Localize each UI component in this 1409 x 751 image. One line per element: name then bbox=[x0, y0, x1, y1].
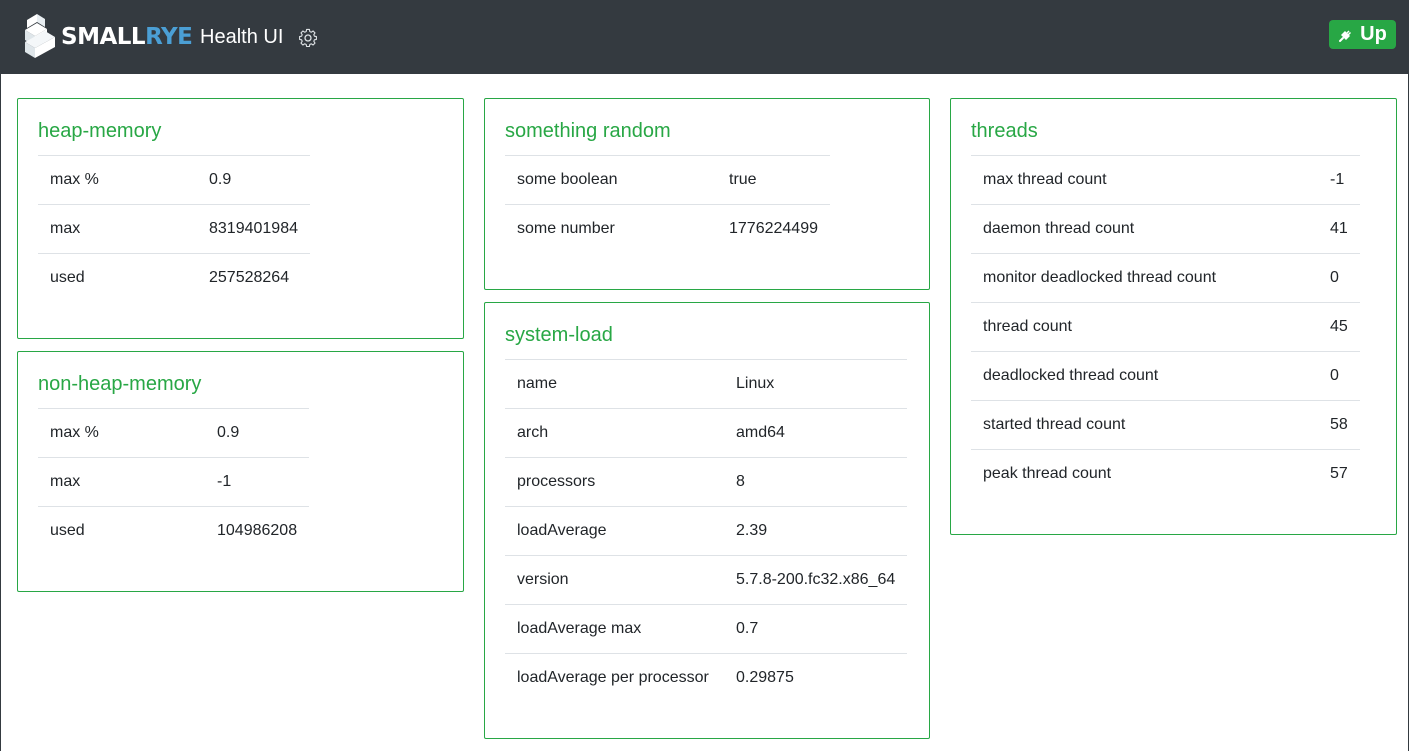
row-key: loadAverage per processor bbox=[505, 653, 724, 702]
row-value: -1 bbox=[205, 457, 310, 507]
status-label: Up bbox=[1360, 23, 1387, 45]
row-value: 1776224499 bbox=[717, 204, 830, 253]
row-value: 0 bbox=[1318, 253, 1360, 303]
row-key: max thread count bbox=[971, 155, 1318, 205]
table-row: deadlocked thread count 0 bbox=[971, 351, 1360, 401]
health-card-threads: threads max thread count -1 daemon thread… bbox=[950, 98, 1397, 535]
health-table: max thread count -1 daemon thread count 41… bbox=[971, 155, 1360, 498]
row-value: 41 bbox=[1318, 204, 1360, 254]
row-key: some boolean bbox=[505, 155, 717, 205]
brand-text-rye: RYE bbox=[145, 24, 193, 50]
health-card-system-load: system-load name Linux arch amd64 processo… bbox=[484, 302, 930, 739]
health-table: max % 0.9 max 8319401984 used 257528264 bbox=[38, 155, 310, 302]
row-key: daemon thread count bbox=[971, 204, 1318, 254]
table-row: started thread count 58 bbox=[971, 400, 1360, 450]
row-key: max bbox=[38, 457, 205, 507]
row-value: 57 bbox=[1318, 449, 1360, 498]
row-key: loadAverage max bbox=[505, 604, 724, 654]
row-key: version bbox=[505, 555, 724, 605]
table-row: max thread count -1 bbox=[971, 155, 1360, 205]
table-row: max % 0.9 bbox=[38, 155, 310, 205]
card-title: threads bbox=[971, 120, 1038, 142]
brand-text-small: SMALL bbox=[61, 24, 146, 50]
health-table: name Linux arch amd64 processors 8 loadAver… bbox=[505, 359, 908, 702]
row-key: deadlocked thread count bbox=[971, 351, 1318, 401]
row-key: processors bbox=[505, 457, 724, 507]
row-key: loadAverage bbox=[505, 506, 724, 556]
app-frame: SMALLRYE Health UI Up heap-memory max % 0… bbox=[0, 0, 1409, 751]
row-value: 8319401984 bbox=[197, 204, 310, 254]
row-key: started thread count bbox=[971, 400, 1318, 450]
table-row: some boolean true bbox=[505, 155, 830, 205]
card-title: something random bbox=[505, 120, 671, 142]
app-title: Health UI bbox=[200, 26, 284, 48]
health-table: max % 0.9 max -1 used 104986208 bbox=[38, 408, 310, 555]
table-row: max -1 bbox=[38, 457, 310, 507]
table-row: some number 1776224499 bbox=[505, 204, 830, 253]
row-value: 257528264 bbox=[197, 253, 310, 302]
row-value: 8 bbox=[724, 457, 908, 507]
table-row: used 257528264 bbox=[38, 253, 310, 302]
health-card-heap-memory: heap-memory max % 0.9 max 8319401984 used 2… bbox=[17, 98, 464, 339]
health-table: some boolean true some number 1776224499 bbox=[505, 155, 830, 253]
row-key: max % bbox=[38, 155, 197, 205]
row-value: 104986208 bbox=[205, 506, 310, 555]
table-row: max % 0.9 bbox=[38, 408, 310, 458]
table-row: max 8319401984 bbox=[38, 204, 310, 254]
row-key: max bbox=[38, 204, 197, 254]
brand-wordmark: SMALLRYE bbox=[61, 14, 193, 60]
table-row: loadAverage max 0.7 bbox=[505, 604, 908, 654]
row-value: 2.39 bbox=[724, 506, 908, 556]
row-value: -1 bbox=[1318, 155, 1360, 205]
row-value: amd64 bbox=[724, 408, 908, 458]
row-key: peak thread count bbox=[971, 449, 1318, 498]
table-row: daemon thread count 41 bbox=[971, 204, 1360, 254]
table-row: processors 8 bbox=[505, 457, 908, 507]
row-value: 0.7 bbox=[724, 604, 908, 654]
row-key: arch bbox=[505, 408, 724, 458]
brand[interactable]: SMALLRYE bbox=[23, 14, 193, 60]
row-key: max % bbox=[38, 408, 205, 458]
card-title: non-heap-memory bbox=[38, 373, 202, 395]
row-value: 58 bbox=[1318, 400, 1360, 450]
row-key: monitor deadlocked thread count bbox=[971, 253, 1318, 303]
table-row: arch amd64 bbox=[505, 408, 908, 458]
row-value: 0.9 bbox=[205, 408, 310, 458]
table-row: version 5.7.8-200.fc32.x86_64 bbox=[505, 555, 908, 605]
smallrye-logo-icon bbox=[25, 14, 55, 58]
row-value: 0 bbox=[1318, 351, 1360, 401]
row-value: Linux bbox=[724, 359, 908, 409]
table-row: used 104986208 bbox=[38, 506, 310, 555]
row-value: 0.9 bbox=[197, 155, 310, 205]
health-card-non-heap-memory: non-heap-memory max % 0.9 max -1 used 10498… bbox=[17, 351, 464, 592]
table-row: peak thread count 57 bbox=[971, 449, 1360, 498]
row-key: some number bbox=[505, 204, 717, 253]
gear-icon[interactable] bbox=[298, 28, 318, 48]
row-key: name bbox=[505, 359, 724, 409]
table-row: loadAverage 2.39 bbox=[505, 506, 908, 556]
card-title: heap-memory bbox=[38, 120, 162, 142]
card-title: system-load bbox=[505, 324, 613, 346]
table-row: monitor deadlocked thread count 0 bbox=[971, 253, 1360, 303]
row-value: 45 bbox=[1318, 302, 1360, 352]
row-key: used bbox=[38, 253, 197, 302]
plug-icon bbox=[1339, 30, 1352, 42]
row-value: 5.7.8-200.fc32.x86_64 bbox=[724, 555, 908, 605]
health-card-something-random: something random some boolean true some n… bbox=[484, 98, 930, 290]
navbar: SMALLRYE Health UI Up bbox=[1, 0, 1409, 74]
table-row: loadAverage per processor 0.29875 bbox=[505, 653, 908, 702]
row-value: true bbox=[717, 155, 830, 205]
table-row: name Linux bbox=[505, 359, 908, 409]
table-row: thread count 45 bbox=[971, 302, 1360, 352]
row-key: thread count bbox=[971, 302, 1318, 352]
row-key: used bbox=[38, 506, 205, 555]
status-badge: Up bbox=[1329, 20, 1396, 49]
row-value: 0.29875 bbox=[724, 653, 908, 702]
